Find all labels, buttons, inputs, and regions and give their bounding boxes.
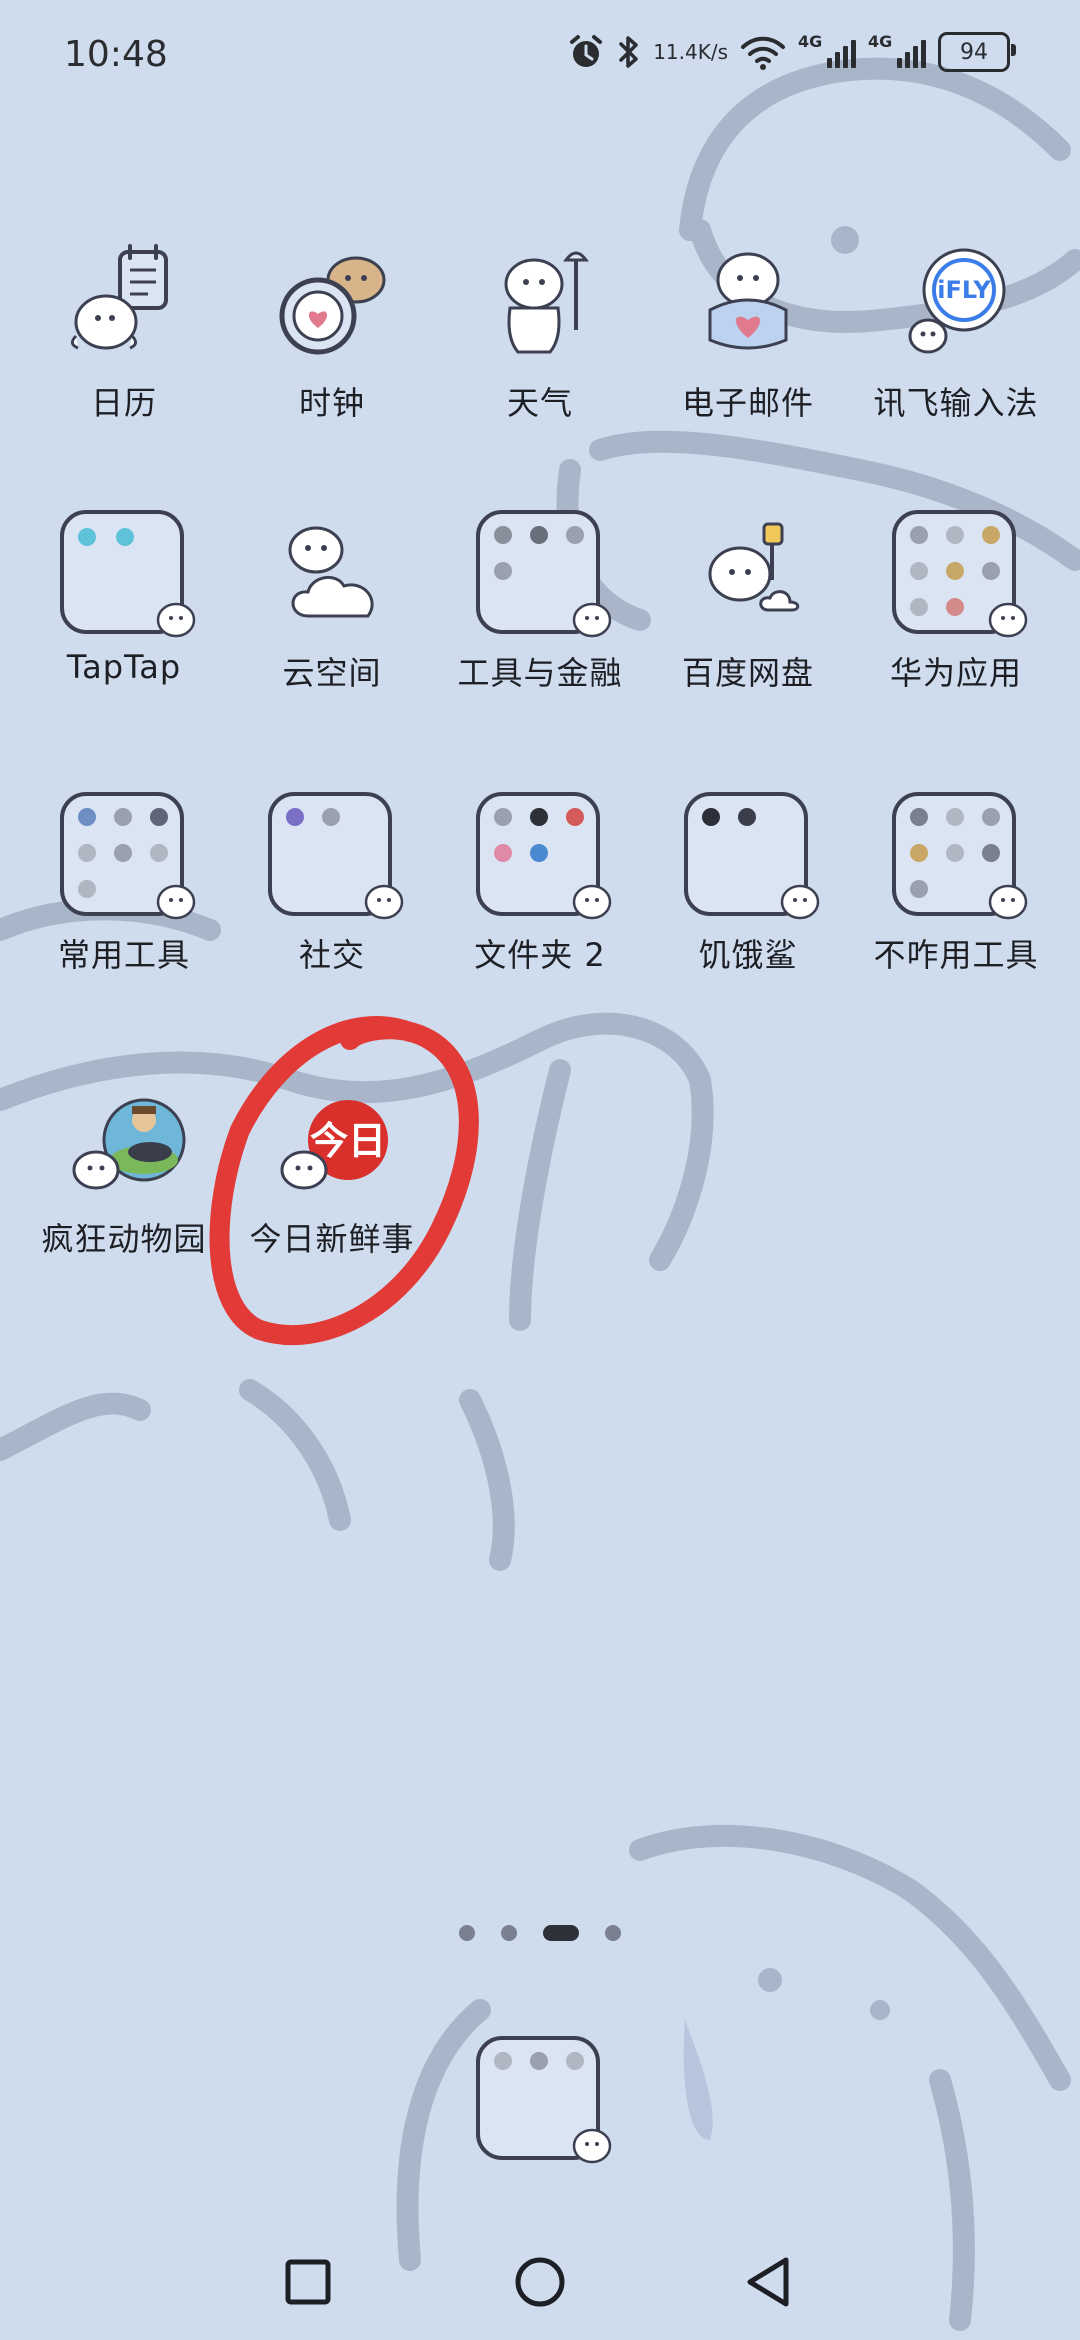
battery-level: 94 bbox=[960, 39, 988, 65]
app-baidu-netdisk[interactable]: 百度网盘 bbox=[644, 510, 852, 710]
folder-social[interactable]: 社交 bbox=[228, 792, 436, 992]
app-label: 不咋用工具 bbox=[873, 936, 1039, 974]
app-crazy-zoo[interactable]: 疯狂动物园 bbox=[20, 1076, 228, 1276]
battery-icon: 94 bbox=[938, 32, 1016, 72]
folder-common-tools[interactable]: 常用工具 bbox=[20, 792, 228, 992]
app-label: 讯飞输入法 bbox=[873, 384, 1039, 422]
status-icons: 11.4 K/s 4G 4G 94 bbox=[567, 32, 1016, 72]
app-calendar[interactable]: 日历 bbox=[20, 240, 228, 440]
iflytek-icon: iFLY bbox=[892, 240, 1020, 368]
folder-taptap[interactable]: TapTap bbox=[20, 510, 228, 710]
folder-hungry-shark[interactable]: 饥饿鲨 bbox=[644, 792, 852, 992]
net-speed-unit: K/s bbox=[697, 40, 728, 64]
folder-icon bbox=[60, 792, 196, 920]
folder-icon bbox=[268, 792, 404, 920]
page-dot-1[interactable] bbox=[459, 1925, 475, 1941]
baidu-netdisk-icon bbox=[684, 510, 812, 638]
folder-huawei-apps[interactable]: 华为应用 bbox=[852, 510, 1060, 710]
alarm-icon bbox=[567, 33, 605, 71]
navigation-bar bbox=[0, 2230, 1080, 2330]
page-dot-4[interactable] bbox=[605, 1925, 621, 1941]
app-label: 华为应用 bbox=[889, 654, 1022, 692]
folder-icon bbox=[892, 792, 1028, 920]
folder-icon bbox=[476, 792, 612, 920]
dock-folder[interactable] bbox=[436, 2036, 644, 2236]
page-dot-3-active[interactable] bbox=[543, 1925, 579, 1941]
page-dot-2[interactable] bbox=[501, 1925, 517, 1941]
signal-icon: 4G bbox=[798, 32, 856, 72]
app-iflytek[interactable]: iFLY 讯飞输入法 bbox=[852, 240, 1060, 440]
app-weather[interactable]: 天气 bbox=[436, 240, 644, 440]
folder-icon bbox=[684, 792, 820, 920]
iflytek-text: iFLY bbox=[937, 276, 991, 304]
folder-icon bbox=[476, 510, 612, 638]
folder-icon bbox=[892, 510, 1028, 638]
folder-icon bbox=[60, 510, 196, 638]
back-button[interactable] bbox=[740, 2252, 800, 2312]
folder-2[interactable]: 文件夹 2 bbox=[436, 792, 644, 992]
bluetooth-icon bbox=[617, 33, 641, 71]
recents-button[interactable] bbox=[278, 2252, 338, 2312]
folder-rarely-used-tools[interactable]: 不咋用工具 bbox=[852, 792, 1060, 992]
status-bar: 10:48 11.4 K/s 4G 4G 94 bbox=[0, 0, 1080, 120]
signal-label-2: 4G bbox=[868, 32, 893, 51]
calendar-icon bbox=[60, 240, 188, 368]
net-speed: 11.4 K/s bbox=[653, 42, 728, 62]
home-button[interactable] bbox=[510, 2252, 570, 2312]
weather-icon bbox=[476, 240, 604, 368]
cloud-icon bbox=[268, 510, 396, 638]
app-cloud[interactable]: 云空间 bbox=[228, 510, 436, 710]
page-indicator[interactable] bbox=[0, 1918, 1080, 1948]
status-time: 10:48 bbox=[64, 34, 168, 75]
clock-icon bbox=[268, 240, 396, 368]
signal-label: 4G bbox=[798, 32, 823, 51]
folder-icon bbox=[476, 2036, 612, 2164]
annotation-circle bbox=[209, 1016, 479, 1346]
crazy-zoo-icon bbox=[60, 1076, 188, 1204]
app-email[interactable]: 电子邮件 bbox=[644, 240, 852, 440]
signal-icon-2: 4G bbox=[868, 32, 926, 72]
folder-tools-finance[interactable]: 工具与金融 bbox=[436, 510, 644, 710]
net-speed-value: 11.4 bbox=[653, 40, 698, 64]
email-icon bbox=[684, 240, 812, 368]
wifi-icon bbox=[740, 33, 786, 71]
app-clock[interactable]: 时钟 bbox=[228, 240, 436, 440]
